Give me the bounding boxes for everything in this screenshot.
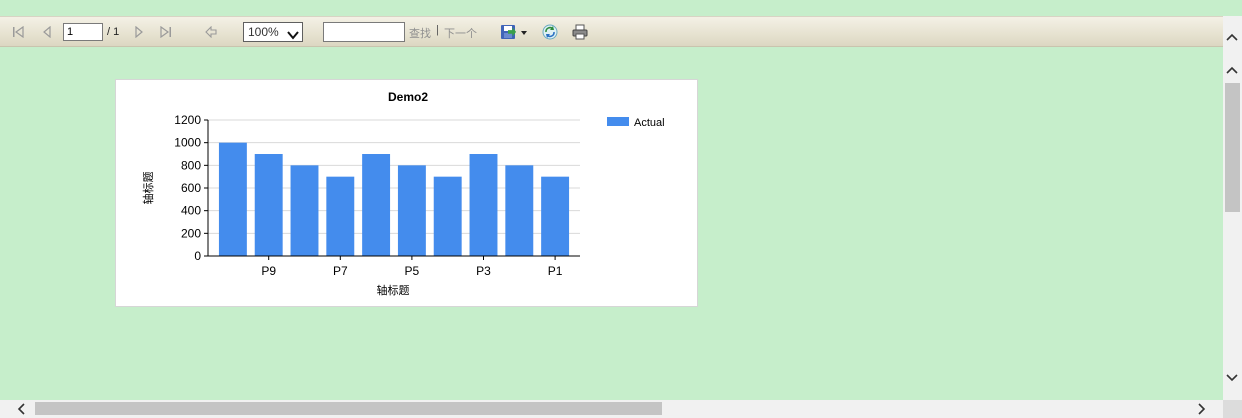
x-tick-label: P9 <box>261 264 276 278</box>
y-tick-label: 400 <box>181 204 201 218</box>
x-tick-label: P3 <box>476 264 491 278</box>
find-link[interactable]: 查找 <box>409 25 431 41</box>
refresh-icon[interactable] <box>541 23 559 41</box>
y-tick-label: 0 <box>194 249 201 263</box>
bar-p2 <box>505 165 534 256</box>
y-tick-label: 1200 <box>174 113 201 127</box>
chevron-up-icon[interactable] <box>1226 31 1238 45</box>
find-input[interactable] <box>323 22 405 42</box>
chart-title: Demo2 <box>388 90 428 104</box>
back-icon[interactable] <box>203 23 219 41</box>
top-strip <box>0 0 1242 16</box>
legend-label-actual: Actual <box>634 117 665 129</box>
scroll-right-arrow-icon[interactable] <box>1197 403 1207 418</box>
zoom-value: 100% <box>248 25 279 39</box>
find-separator: | <box>436 24 439 36</box>
y-tick-label: 600 <box>181 181 201 195</box>
save-icon[interactable] <box>499 23 529 41</box>
legend-swatch-actual <box>607 117 629 126</box>
bar-p3 <box>469 154 498 256</box>
report-page: Demo2 轴标题 轴标题 0 200 400 600 800 1000 1200 P9 P7 P… <box>115 79 698 307</box>
bar-p4 <box>433 176 462 256</box>
bar-p6 <box>362 154 391 256</box>
scroll-up-arrow-icon[interactable] <box>1226 64 1238 78</box>
bar-p9 <box>254 154 283 256</box>
page-number-input[interactable] <box>63 23 103 41</box>
y-tick-label: 200 <box>181 226 201 240</box>
vertical-scroll-thumb[interactable] <box>1225 83 1240 212</box>
y-tick-label: 1000 <box>174 136 201 150</box>
bar-p7 <box>326 176 355 256</box>
scroll-left-arrow-icon[interactable] <box>16 403 26 418</box>
bar-p5 <box>397 165 426 256</box>
report-toolbar: / 1 100% 查找 | 下一个 <box>0 16 1223 47</box>
chevron-down-icon <box>287 27 299 45</box>
zoom-select[interactable]: 100% <box>243 22 303 42</box>
bar-p1 <box>541 176 570 256</box>
x-axis-title: 轴标题 <box>377 283 410 297</box>
bar-p10 <box>218 142 247 256</box>
chart-legend: Actual <box>607 117 665 129</box>
y-axis-title: 轴标题 <box>141 172 155 205</box>
page-count-label: / 1 <box>107 26 120 38</box>
print-icon[interactable] <box>571 23 589 41</box>
x-tick-label: P5 <box>405 264 420 278</box>
x-tick-label: P1 <box>548 264 563 278</box>
next-page-icon[interactable] <box>132 23 146 41</box>
previous-page-icon[interactable] <box>40 23 54 41</box>
last-page-icon[interactable] <box>158 23 174 41</box>
horizontal-scroll-thumb[interactable] <box>35 402 662 415</box>
scroll-down-arrow-icon[interactable] <box>1226 372 1238 386</box>
find-next-link[interactable]: 下一个 <box>444 25 477 41</box>
bar-p8 <box>290 165 319 256</box>
scrollbar-corner <box>1223 400 1242 418</box>
bar-chart: Demo2 轴标题 轴标题 0 200 400 600 800 1000 1200 P9 P7 P… <box>141 90 665 297</box>
x-tick-label: P7 <box>333 264 348 278</box>
first-page-icon[interactable] <box>10 23 26 41</box>
y-tick-label: 800 <box>181 158 201 172</box>
